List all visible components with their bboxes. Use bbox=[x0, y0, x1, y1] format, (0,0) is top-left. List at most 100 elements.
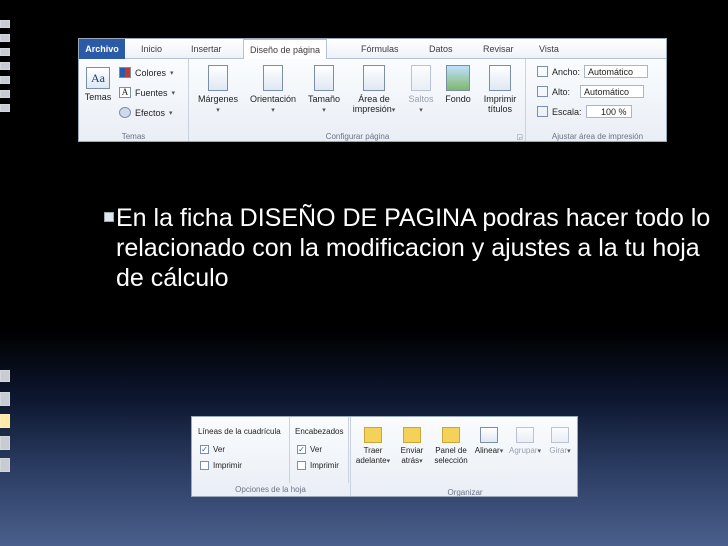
enviar-atras-button[interactable]: Enviar atrás▾ bbox=[395, 427, 429, 467]
bullet-text: En la ficha DISEÑO DE PAGINA podras hace… bbox=[116, 204, 711, 292]
fuentes-button[interactable]: A Fuentes ▾ bbox=[119, 87, 175, 98]
width-icon bbox=[537, 66, 548, 77]
ribbon-body: Aa Temas Colores ▾ A Fuentes ▾ Efectos ▾ Te… bbox=[79, 59, 666, 141]
rotate-icon bbox=[551, 427, 569, 443]
tab-datos[interactable]: Datos bbox=[423, 39, 459, 59]
tab-vista[interactable]: Vista bbox=[533, 39, 565, 59]
panel-seleccion-button[interactable]: Panel de selección bbox=[431, 427, 471, 466]
font-icon: A bbox=[119, 87, 131, 98]
excel-ribbon-screenshot: Archivo Inicio Insertar Diseño de página… bbox=[78, 38, 667, 142]
alinear-button[interactable]: Alinear▾ bbox=[473, 427, 505, 457]
orientacion-label: Orientación bbox=[249, 94, 297, 104]
area-label-2: impresión bbox=[352, 104, 392, 114]
tab-inicio[interactable]: Inicio bbox=[135, 39, 168, 59]
agrupar-button[interactable]: Agrupar▾ bbox=[507, 427, 543, 457]
group-label-organizar: Organizar bbox=[447, 488, 483, 497]
tab-archivo[interactable]: Archivo bbox=[79, 39, 125, 59]
slide: Archivo Inicio Insertar Diseño de página… bbox=[0, 0, 728, 546]
ancho-label: Ancho: bbox=[552, 66, 581, 77]
encabezados-title: Encabezados bbox=[295, 427, 344, 436]
escala-input[interactable]: 100 % bbox=[585, 105, 632, 118]
page-size-icon bbox=[314, 65, 334, 91]
tab-revisar[interactable]: Revisar bbox=[477, 39, 520, 59]
breaks-icon bbox=[411, 65, 431, 91]
checkbox-unchecked-icon bbox=[297, 461, 306, 470]
area-label: Área de bbox=[358, 94, 390, 104]
group-lineas-cuadricula: Líneas de la cuadrícula ✓ Ver Imprimir bbox=[192, 417, 290, 483]
group-encabezados: Encabezados ✓ Ver Imprimir bbox=[291, 417, 349, 483]
background-image-icon bbox=[446, 65, 470, 91]
lineas-title: Líneas de la cuadrícula bbox=[198, 427, 281, 436]
group-label-configurar-pagina: Configurar página bbox=[325, 132, 390, 141]
excel-ribbon-screenshot-2: Líneas de la cuadrícula ✓ Ver Imprimir En… bbox=[191, 416, 578, 497]
area-impresion-button[interactable]: Área de impresión▾ bbox=[348, 65, 400, 116]
traer-adelante-button[interactable]: Traer adelante▾ bbox=[353, 427, 393, 467]
checkbox-checked-icon: ✓ bbox=[200, 445, 209, 454]
group-ajustar-area: Ancho: Automático Alto: Automático Escal… bbox=[527, 59, 666, 141]
alto-select[interactable]: Automático bbox=[580, 85, 644, 98]
group-organizar: Traer adelante▾ Enviar atrás▾ Panel de s… bbox=[350, 417, 577, 497]
alto-label: Alto: bbox=[552, 86, 571, 97]
tab-formulas[interactable]: Fórmulas bbox=[355, 39, 405, 59]
bullet-square-icon bbox=[104, 212, 114, 222]
ribbon2-body: Líneas de la cuadrícula ✓ Ver Imprimir En… bbox=[192, 417, 577, 497]
encabezados-ver-label: Ver bbox=[310, 445, 323, 454]
lineas-imprimir-checkbox[interactable]: Imprimir bbox=[200, 461, 242, 470]
temas-button[interactable]: Aa Temas bbox=[81, 67, 115, 102]
deco-square bbox=[0, 392, 10, 406]
fuentes-label: Fuentes bbox=[135, 87, 168, 98]
fondo-button[interactable]: Fondo bbox=[440, 65, 476, 104]
colores-label: Colores bbox=[135, 67, 167, 78]
bullet-point: En la ficha DISEÑO DE PAGINA podras hace… bbox=[104, 203, 716, 293]
lineas-ver-checkbox[interactable]: ✓ Ver bbox=[200, 445, 225, 454]
encabezados-ver-checkbox[interactable]: ✓ Ver bbox=[297, 445, 322, 454]
titulos-label: títulos bbox=[487, 104, 512, 114]
print-area-icon bbox=[363, 65, 385, 91]
ribbon-tab-bar: Archivo Inicio Insertar Diseño de página… bbox=[79, 39, 666, 60]
deco-square bbox=[0, 20, 10, 28]
margins-icon bbox=[208, 65, 228, 91]
deco-square bbox=[0, 90, 10, 98]
group-label-temas: Temas bbox=[121, 132, 146, 141]
color-palette-icon bbox=[119, 67, 131, 78]
group-label-opciones-hoja: Opciones de la hoja bbox=[235, 485, 306, 494]
orientacion-button[interactable]: Orientación ▾ bbox=[244, 65, 302, 116]
fondo-label: Fondo bbox=[445, 94, 471, 104]
escala-control: Escala: 100 % bbox=[537, 105, 632, 118]
deco-square bbox=[0, 370, 10, 382]
efectos-label: Efectos bbox=[135, 107, 166, 118]
group-temas: Aa Temas Colores ▾ A Fuentes ▾ Efectos ▾ Te… bbox=[79, 59, 189, 141]
theme-icon: Aa bbox=[86, 67, 110, 89]
efectos-button[interactable]: Efectos ▾ bbox=[119, 107, 173, 118]
group-label-ajustar: Ajustar área de impresión bbox=[551, 132, 644, 141]
tamano-button[interactable]: Tamaño ▾ bbox=[304, 65, 344, 116]
saltos-button[interactable]: Saltos ▾ bbox=[404, 65, 438, 116]
escala-label: Escala: bbox=[552, 106, 582, 117]
imprimir-titulos-button[interactable]: Imprimir títulos bbox=[478, 65, 522, 114]
girar-button[interactable]: Girar▾ bbox=[545, 427, 575, 457]
deco-square bbox=[0, 62, 10, 70]
ancho-select[interactable]: Automático bbox=[584, 65, 649, 78]
deco-square bbox=[0, 34, 10, 42]
lineas-imprimir-label: Imprimir bbox=[213, 461, 242, 470]
effects-icon bbox=[119, 107, 131, 118]
traer-label-2: adelante bbox=[355, 456, 387, 465]
checkbox-checked-icon: ✓ bbox=[297, 445, 306, 454]
encabezados-imprimir-checkbox[interactable]: Imprimir bbox=[297, 461, 339, 470]
ancho-control: Ancho: Automático bbox=[537, 65, 649, 78]
deco-square bbox=[0, 76, 10, 84]
colores-button[interactable]: Colores ▾ bbox=[119, 67, 174, 78]
group-configurar-pagina: Márgenes ▾ Orientación ▾ Tamaño ▾ Área de i… bbox=[190, 59, 526, 141]
alto-control: Alto: Automático bbox=[537, 85, 644, 98]
dialog-launcher-icon[interactable]: ◲ bbox=[516, 133, 523, 141]
send-backward-icon bbox=[403, 427, 421, 443]
orientation-icon bbox=[263, 65, 283, 91]
deco-square bbox=[0, 104, 10, 112]
tab-insertar[interactable]: Insertar bbox=[185, 39, 228, 59]
height-icon bbox=[537, 86, 548, 97]
group-icon bbox=[516, 427, 534, 443]
tab-diseno-de-pagina[interactable]: Diseño de página bbox=[243, 39, 328, 60]
margenes-button[interactable]: Márgenes ▾ bbox=[194, 65, 242, 116]
traer-label: Traer bbox=[363, 446, 383, 455]
deco-square bbox=[0, 436, 10, 450]
